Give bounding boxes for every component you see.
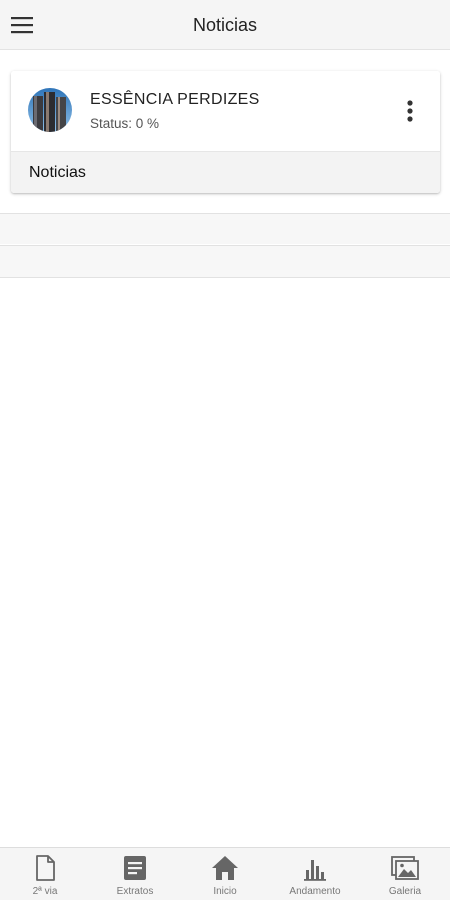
page-title: Noticias [192, 15, 258, 35]
news-section-header: Noticias [11, 151, 440, 193]
nav-item-inicio[interactable]: Inicio [180, 848, 270, 900]
project-name: ESSÊNCIA PERDIZES [90, 91, 260, 108]
project-card: ESSÊNCIA PERDIZES Status: 0 % Noticias [11, 71, 440, 193]
project-card-header[interactable]: ESSÊNCIA PERDIZES Status: 0 % [11, 71, 440, 151]
top-app-bar: Noticias [0, 0, 450, 50]
bar-chart-icon [304, 860, 326, 881]
nav-label: Inicio [213, 886, 237, 897]
nav-item-extratos[interactable]: Extratos [90, 848, 180, 900]
list-item[interactable] [0, 245, 450, 278]
gallery-icon [391, 856, 419, 880]
document-icon [36, 855, 55, 881]
nav-label: Galeria [388, 886, 422, 897]
bottom-navigation: 2ª via Extratos Inicio Andamento Galeria [0, 847, 450, 900]
list-item[interactable] [0, 213, 450, 244]
nav-label: 2ª via [32, 886, 58, 897]
nav-item-2a-via[interactable]: 2ª via [0, 848, 90, 900]
nav-item-galeria[interactable]: Galeria [360, 848, 450, 900]
app-root: Noticias ESSÊNCIA PERDIZES Status: 0 % N… [0, 0, 450, 900]
nav-label: Andamento [289, 886, 341, 897]
home-icon [212, 856, 238, 880]
nav-item-andamento[interactable]: Andamento [270, 848, 360, 900]
building-thumbnail [28, 88, 72, 132]
project-status: Status: 0 % [90, 116, 160, 131]
nav-label: Extratos [116, 886, 154, 897]
more-options-button[interactable] [400, 99, 420, 125]
statement-icon [124, 856, 146, 880]
more-vertical-icon [407, 100, 413, 122]
section-label: Noticias [29, 164, 86, 181]
